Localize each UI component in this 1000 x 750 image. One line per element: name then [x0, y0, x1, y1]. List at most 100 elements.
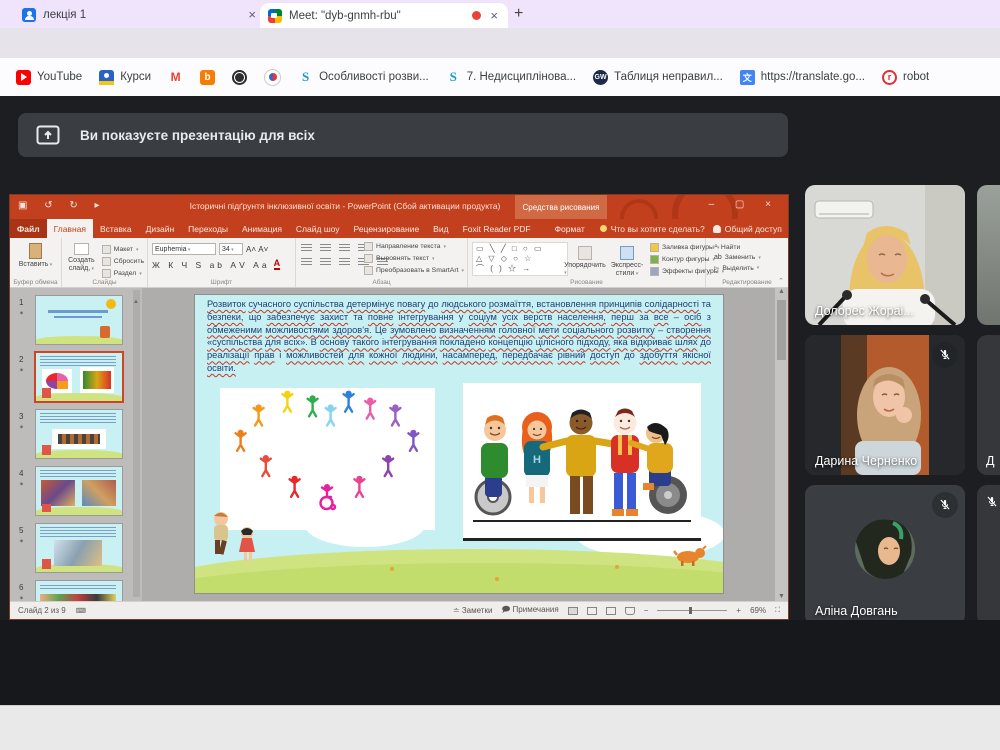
tab-close-icon[interactable]: × — [246, 8, 258, 21]
slide-thumbnail-3[interactable] — [36, 410, 122, 458]
animation-indicator-icon: ✶ — [19, 424, 24, 431]
slide-thumbnail-5[interactable] — [36, 524, 122, 572]
fit-slide-icon[interactable]: ⛶ — [775, 607, 780, 615]
slide-sorter-view-icon[interactable] — [587, 607, 597, 615]
editor-scrollbar[interactable]: ▲▼ — [775, 288, 788, 601]
bookmark-item[interactable]: SОсобливості розви... — [298, 70, 429, 85]
reading-view-icon[interactable] — [606, 607, 616, 615]
ppt-context-tab-group: Средства рисования — [515, 195, 607, 219]
animation-indicator-icon: ✶ — [19, 538, 24, 545]
section-button[interactable]: Раздел — [102, 269, 144, 278]
grow-shrink-font-icons[interactable]: А˄ А˅ — [246, 245, 268, 254]
new-slide-button[interactable]: Создать слайд, — [65, 242, 98, 278]
bookmark-item[interactable] — [232, 70, 247, 85]
normal-view-icon[interactable] — [568, 607, 578, 615]
slide-thumbnail-4[interactable] — [36, 467, 122, 515]
tab-close-icon[interactable]: × — [488, 9, 500, 22]
ppt-workspace: ▲ 1✶2✶3✶4✶5✶6✶ Розвиток сучасного суспіл… — [10, 288, 788, 601]
participant-tile-1[interactable]: Долорес Жораі... — [805, 185, 965, 325]
participant-tile-partial[interactable] — [977, 185, 1000, 325]
slide-thumbnail-2[interactable] — [36, 353, 122, 401]
paste-button[interactable]: Вставить — [10, 238, 61, 268]
font-name-box[interactable]: Euphemia — [152, 243, 216, 255]
find-button[interactable]: ⌕Найти — [714, 243, 788, 251]
bookmark-item[interactable]: S7. Недисциплінова... — [446, 70, 576, 85]
slide-thumbnail-1[interactable] — [36, 296, 122, 344]
bullets-icon[interactable] — [301, 244, 312, 252]
participant-tile-partial[interactable]: Д — [977, 335, 1000, 475]
zoom-level[interactable]: 69% — [750, 606, 766, 615]
align-text-button[interactable]: Выровнять текст — [364, 254, 464, 263]
bookmark-item[interactable]: 文https://translate.go... — [740, 70, 865, 85]
align-left-icon[interactable] — [301, 258, 312, 266]
ppt-tab-3[interactable]: Дизайн — [139, 219, 182, 238]
replace-button[interactable]: abЗаменить — [714, 254, 788, 261]
participant-tile-3[interactable]: Аліна Довгань — [805, 485, 965, 625]
slide-thumbnail-6[interactable] — [36, 581, 122, 601]
ppt-tab-9[interactable]: Foxit Reader PDF — [456, 219, 538, 238]
ppt-tab-10[interactable]: Формат — [548, 219, 592, 238]
slide-canvas[interactable]: Розвиток сучасного суспільства детерміну… — [195, 295, 723, 593]
tab-strip: лекція 1 × Meet: "dyb-gnmh-rbu" × + — [0, 0, 1000, 28]
zoom-in-button[interactable]: + — [736, 606, 741, 615]
dog-illustration — [673, 543, 707, 567]
quick-styles-button[interactable]: Экспресс-стили — [606, 241, 648, 277]
ppt-tab-5[interactable]: Анимация — [235, 219, 289, 238]
kids-group-image[interactable]: H — [463, 383, 701, 541]
text-direction-button[interactable]: Направление текста — [364, 242, 464, 251]
bookmark-item[interactable]: YouTube — [16, 70, 82, 85]
animation-indicator-icon: ✶ — [19, 481, 24, 488]
align-center-icon[interactable] — [320, 258, 331, 266]
bookmark-item[interactable]: rrobot — [882, 70, 929, 85]
new-tab-button[interactable]: + — [514, 5, 523, 23]
tell-me-box[interactable]: Что вы хотите сделать? — [592, 219, 713, 238]
share-button[interactable]: Общий доступ — [713, 219, 788, 238]
bookmark-item[interactable]: b — [200, 70, 215, 85]
indent-icon[interactable] — [339, 244, 350, 252]
ppt-tab-2[interactable]: Вставка — [93, 219, 139, 238]
collapse-ribbon-icon[interactable]: ⌃ — [778, 277, 784, 285]
mic-muted-icon — [932, 492, 958, 518]
tab-lektsiya[interactable]: лекція 1 × — [16, 3, 264, 26]
slide-thumbnail-panel[interactable]: ▲ 1✶2✶3✶4✶5✶6✶ — [10, 288, 142, 601]
notes-toggle[interactable]: ≐ Заметки — [453, 606, 493, 615]
font-color-button[interactable]: А — [274, 259, 281, 270]
ppt-quick-access-toolbar[interactable]: ▣ ↺ ↻ ▸ — [18, 200, 107, 211]
ppt-window-controls[interactable]: – ▢ × — [709, 199, 780, 210]
bookmark-item[interactable]: GWТаблиця неправил... — [593, 70, 723, 85]
thumbnail-scrollbar[interactable]: ▲ — [133, 290, 140, 597]
smartart-button[interactable]: Преобразовать в SmartArt — [364, 266, 464, 275]
ribbon-group-slides: Создать слайд, Макет Сбросить Раздел Сла… — [62, 238, 148, 287]
shapes-gallery[interactable]: ▭ ╲ ╱ □ ○ ▭ △ ▽ ◇ ○ ☆ ⌒ ( ) ☆ → — [472, 242, 568, 276]
numbering-icon[interactable] — [320, 244, 331, 252]
font-size-box[interactable]: 34 — [219, 243, 243, 255]
participant-tile-partial[interactable] — [977, 485, 1000, 625]
tab-meet[interactable]: Meet: "dyb-gnmh-rbu" × — [260, 3, 508, 28]
align-right-icon[interactable] — [339, 258, 350, 266]
ppt-tab-4[interactable]: Переходы — [181, 219, 235, 238]
participant-tile-2[interactable]: Дарина Черненко — [805, 335, 965, 475]
bookmark-item[interactable]: M — [168, 70, 183, 85]
ppt-tab-6[interactable]: Слайд шоу — [289, 219, 347, 238]
classroom-favicon-icon — [22, 8, 36, 22]
ppt-tab-7[interactable]: Рецензирование — [347, 219, 427, 238]
comments-toggle[interactable]: 🗩 Примечания — [501, 604, 558, 618]
thumbnail-number: 1 — [19, 298, 33, 307]
ppt-tab-1[interactable]: Главная — [47, 219, 93, 238]
reset-button[interactable]: Сбросить — [102, 257, 144, 266]
lightbulb-icon — [600, 225, 607, 232]
zoom-out-button[interactable]: − — [644, 606, 649, 615]
bookmark-item[interactable]: Курси — [99, 70, 151, 85]
ppt-tab-8[interactable]: Вид — [426, 219, 455, 238]
walking-kids-illustration — [203, 507, 265, 569]
layout-button[interactable]: Макет — [102, 245, 144, 254]
font-style-buttons[interactable]: Ж К Ч S ab АV Аа — [152, 260, 270, 270]
mic-muted-icon — [985, 495, 999, 509]
arrange-button[interactable]: Упорядочить — [566, 241, 604, 276]
zoom-slider[interactable] — [657, 610, 727, 611]
slide-text[interactable]: Розвиток сучасного суспільства детерміну… — [207, 298, 711, 375]
bookmark-item[interactable] — [264, 69, 281, 86]
ppt-tab-0[interactable]: Файл — [10, 219, 47, 238]
slideshow-view-icon[interactable] — [625, 607, 635, 615]
select-button[interactable]: ▻Выделить — [714, 264, 788, 272]
